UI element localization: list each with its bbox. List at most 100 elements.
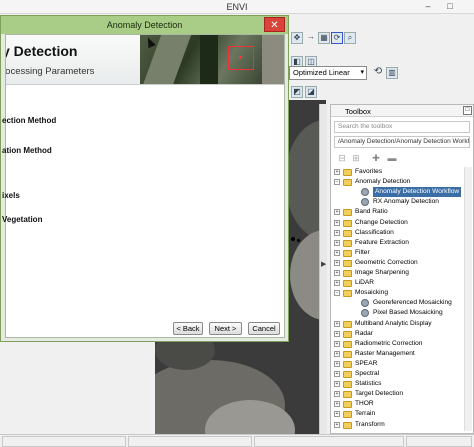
folder-icon bbox=[343, 169, 352, 176]
tool-icon bbox=[361, 309, 369, 318]
folder-icon bbox=[343, 259, 352, 267]
expand-icon[interactable]: + bbox=[334, 381, 340, 388]
anomaly-dot bbox=[239, 56, 242, 59]
expand-icon[interactable]: + bbox=[334, 259, 340, 266]
expand-icon[interactable]: + bbox=[334, 239, 340, 246]
expand-icon[interactable]: + bbox=[334, 249, 340, 256]
folder-icon bbox=[343, 280, 352, 288]
expand-icon[interactable]: + bbox=[334, 219, 340, 226]
maximize-panel-icon[interactable]: □ bbox=[463, 106, 472, 115]
dialog-title: Anomaly Detection bbox=[106, 20, 183, 30]
expand-icon[interactable]: + bbox=[334, 330, 340, 337]
folder-icon bbox=[343, 239, 352, 247]
collapse-all-icon[interactable]: ⊟ bbox=[337, 153, 347, 163]
tree-item-label: RX Anomaly Detection bbox=[373, 198, 439, 206]
pan-icon[interactable]: ✥ bbox=[291, 32, 303, 44]
minimize-button[interactable]: – bbox=[419, 0, 437, 13]
image-feature bbox=[297, 239, 300, 242]
banner-image-band bbox=[200, 35, 218, 84]
status-segment bbox=[254, 436, 404, 447]
status-bar bbox=[0, 434, 474, 447]
expand-icon[interactable]: + bbox=[334, 350, 340, 357]
next-button[interactable]: Next > bbox=[209, 322, 242, 335]
tree-item-label: Target Detection bbox=[355, 390, 404, 398]
envi-title: ENVI bbox=[226, 2, 248, 12]
grid-icon[interactable]: ▦ bbox=[318, 32, 330, 44]
collapse-icon[interactable]: − bbox=[334, 179, 340, 186]
tree-item-label: Geometric Correction bbox=[355, 258, 418, 266]
expand-icon[interactable]: + bbox=[334, 209, 340, 216]
expand-icon[interactable]: + bbox=[334, 229, 340, 236]
reset-stretch-icon[interactable]: ⟲ bbox=[372, 67, 384, 79]
refresh-view-icon[interactable]: ⟳ bbox=[331, 32, 343, 44]
tree-item-label: Feature Extraction bbox=[355, 238, 409, 246]
folder-icon bbox=[343, 179, 352, 187]
folder-icon bbox=[343, 290, 352, 298]
add-icon[interactable]: ✚ bbox=[371, 153, 381, 163]
expand-icon[interactable]: + bbox=[334, 270, 340, 276]
status-segment bbox=[128, 436, 252, 447]
folder-icon bbox=[343, 209, 352, 217]
tree-item-label: Anomaly Detection bbox=[355, 178, 411, 186]
tree-item-label: THOR bbox=[355, 400, 374, 408]
tree-item-label: Spectral bbox=[355, 370, 380, 377]
expand-icon[interactable]: + bbox=[334, 280, 340, 287]
expand-icon[interactable]: + bbox=[334, 391, 340, 398]
expand-icon[interactable]: + bbox=[334, 360, 340, 367]
vector-icon[interactable]: ◩ bbox=[291, 86, 303, 98]
zoom-icon[interactable]: ⌕ bbox=[344, 32, 356, 44]
envi-screen: { "app": { "title": "ENVI", "window_cont… bbox=[0, 0, 474, 447]
tree-item-label: Transform bbox=[355, 420, 385, 428]
tool-icon bbox=[361, 188, 369, 197]
arrow-right-icon[interactable]: ▶ bbox=[321, 260, 326, 268]
toolbox-scrollbar[interactable] bbox=[464, 167, 472, 431]
folder-icon bbox=[343, 219, 352, 227]
toolbox-tree: + Favorites − Anomaly Detection Anomaly Dete… bbox=[331, 167, 473, 433]
stretch-type-select[interactable]: Optimized Linear ▾ bbox=[289, 66, 367, 80]
tree-item-label: Radar bbox=[355, 329, 373, 337]
expand-icon[interactable]: + bbox=[334, 371, 340, 377]
close-button[interactable]: ✕ bbox=[264, 17, 285, 32]
stretch-type-value: Optimized Linear bbox=[293, 68, 350, 77]
toolbox-panel: Toolbox □ Search the toolbox /Anomaly De… bbox=[330, 104, 474, 434]
folder-icon bbox=[343, 350, 352, 358]
toolbox-header: Toolbox □ bbox=[331, 105, 473, 117]
maximize-button[interactable]: □ bbox=[441, 0, 459, 13]
step-vegetation[interactable]: Vegetation bbox=[2, 215, 42, 224]
folder-icon bbox=[343, 391, 352, 399]
step-mean-calculation-method[interactable]: ation Method bbox=[2, 146, 52, 155]
folder-icon bbox=[343, 330, 352, 338]
dialog-titlebar[interactable]: Anomaly Detection ✕ bbox=[1, 16, 288, 34]
histogram-icon[interactable]: ▥ bbox=[386, 67, 398, 79]
expand-all-icon[interactable]: ⊞ bbox=[351, 153, 361, 163]
back-button[interactable]: < Back bbox=[173, 322, 203, 335]
expand-icon[interactable]: + bbox=[334, 421, 340, 428]
tree-item-label: Multiband Analytic Display bbox=[355, 319, 432, 327]
tree-item-label: LiDAR bbox=[355, 279, 375, 287]
cancel-button[interactable]: Cancel bbox=[248, 322, 280, 335]
expand-icon[interactable]: + bbox=[334, 401, 340, 408]
view-scrollbar[interactable]: ▶ bbox=[319, 104, 327, 434]
step-detection-method[interactable]: ection Method bbox=[2, 116, 56, 125]
status-segment bbox=[406, 436, 472, 447]
toolbox-actions: ⊟ ⊞ ✚ ▬ bbox=[335, 153, 471, 163]
toolbox-path-field[interactable]: /Anomaly Detection/Anomaly Detection Wor… bbox=[334, 136, 470, 148]
expand-icon[interactable]: + bbox=[334, 169, 340, 175]
tree-item-label: SPEAR bbox=[355, 359, 378, 367]
tree-item-label: Radiometric Correction bbox=[355, 339, 423, 347]
chevron-down-icon: ▾ bbox=[360, 69, 364, 76]
expand-icon[interactable]: + bbox=[334, 411, 340, 418]
remove-icon[interactable]: ▬ bbox=[387, 153, 397, 163]
expand-icon[interactable]: + bbox=[334, 320, 340, 327]
arrow-right-icon[interactable]: → bbox=[305, 32, 317, 44]
annotation-icon[interactable]: ◪ bbox=[305, 86, 317, 98]
toolbox-search-input[interactable]: Search the toolbox bbox=[334, 121, 470, 133]
expand-icon[interactable]: + bbox=[334, 340, 340, 347]
folder-icon bbox=[343, 411, 352, 419]
step-anomalous-pixels[interactable]: ixels bbox=[2, 191, 20, 200]
collapse-icon[interactable]: − bbox=[334, 290, 340, 297]
folder-icon bbox=[343, 229, 352, 237]
status-segment bbox=[2, 436, 126, 447]
banner-image bbox=[140, 35, 284, 84]
envi-titlebar: ENVI – □ bbox=[0, 0, 474, 14]
